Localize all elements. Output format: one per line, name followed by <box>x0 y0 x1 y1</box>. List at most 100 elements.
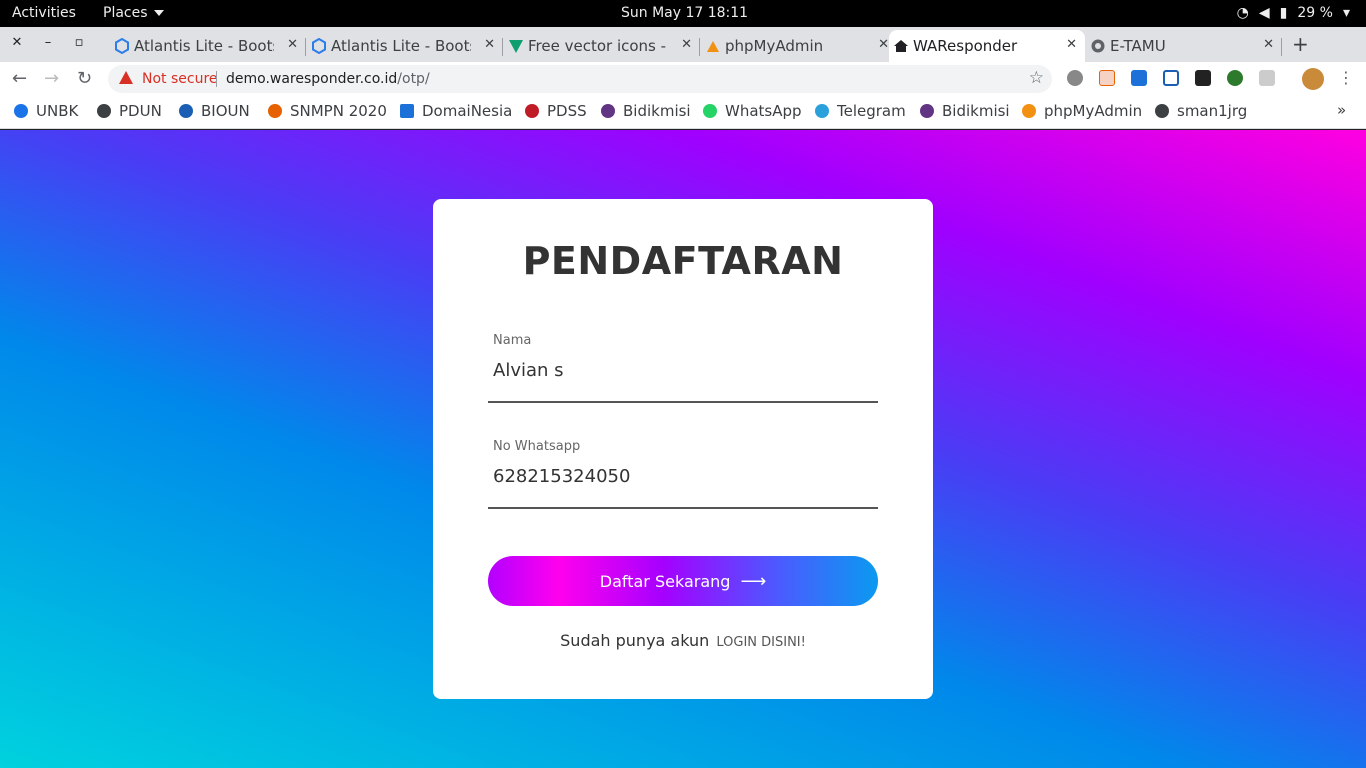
window-close-icon[interactable]: ✕ <box>9 35 25 50</box>
bookmark-item[interactable]: Telegram <box>815 102 906 120</box>
wifi-icon: ◔ <box>1236 5 1249 21</box>
tab-phpmyadmin[interactable]: phpMyAdmin ✕ <box>701 30 897 62</box>
new-tab-icon[interactable]: + <box>1292 32 1309 56</box>
name-label: Nama <box>493 333 532 348</box>
reload-icon[interactable]: ↻ <box>77 68 92 89</box>
tab-etamu[interactable]: E-TAMU ✕ <box>1086 30 1282 62</box>
menu-dots-icon[interactable]: ⋮ <box>1338 68 1354 87</box>
close-icon[interactable]: ✕ <box>1263 37 1274 52</box>
login-link[interactable]: LOGIN DISINI! <box>716 635 805 650</box>
bookmark-item[interactable]: phpMyAdmin <box>1022 102 1142 120</box>
warning-icon[interactable] <box>119 71 133 84</box>
bidikmisi-icon <box>920 104 934 118</box>
bookmark-label: UNBK <box>36 102 79 120</box>
phone-input[interactable] <box>493 461 873 491</box>
bookmark-label: sman1jrg <box>1177 102 1248 120</box>
telegram-icon <box>815 104 829 118</box>
arrow-right-icon: ⟶ <box>740 570 767 592</box>
bookmark-item[interactable]: PDSS <box>525 102 587 120</box>
tab-flaticon[interactable]: Free vector icons - SVG ✕ <box>504 30 700 62</box>
phone-label: No Whatsapp <box>493 439 581 454</box>
close-icon[interactable]: ✕ <box>878 37 889 52</box>
name-input[interactable] <box>493 355 873 385</box>
tab-title: E-TAMU <box>1110 37 1166 55</box>
tab-atlantis-1[interactable]: Atlantis Lite - Bootstrap ✕ <box>110 30 306 62</box>
bookmark-label: BIOUN <box>201 102 250 120</box>
bookmark-item[interactable]: Bidikmisi <box>920 102 1010 120</box>
bookmark-label: Bidikmisi <box>942 102 1010 120</box>
bookmark-label: Telegram <box>837 102 906 120</box>
places-menu[interactable]: Places <box>103 5 164 21</box>
phone-field: No Whatsapp <box>488 439 878 509</box>
phpmyadmin-icon <box>707 41 719 52</box>
phpmyadmin-icon <box>1022 104 1036 118</box>
tab-waresponder[interactable]: WAResponder ✕ <box>889 30 1085 62</box>
avatar[interactable] <box>1302 68 1324 90</box>
system-tray[interactable]: ◔ ◀ ▮ 29 % ▾ <box>1227 5 1350 21</box>
extension-calendar-icon[interactable] <box>1099 70 1115 86</box>
bookmark-item[interactable]: PDUN <box>97 102 162 120</box>
extension-grid-icon[interactable] <box>1163 70 1179 86</box>
close-icon[interactable]: ✕ <box>681 37 692 52</box>
tab-title: Atlantis Lite - Bootstrap <box>134 37 274 55</box>
clock[interactable]: Sun May 17 18:11 <box>621 5 748 21</box>
bookmark-item[interactable]: DomaiNesia <box>400 102 512 120</box>
volume-icon: ◀ <box>1258 5 1270 21</box>
battery-percent: 29 % <box>1297 5 1333 21</box>
home-icon <box>894 40 908 52</box>
extension-cloud-icon[interactable] <box>1131 70 1147 86</box>
bookmark-label: WhatsApp <box>725 102 802 120</box>
bookmark-item[interactable]: SNMPN 2020 <box>268 102 387 120</box>
extension-gear-icon[interactable] <box>1067 70 1083 86</box>
security-status[interactable]: Not secure <box>142 71 218 87</box>
bookmark-item[interactable]: BIOUN <box>179 102 250 120</box>
bookmark-item[interactable]: Bidikmisi <box>601 102 691 120</box>
forward-icon[interactable]: → <box>44 68 59 89</box>
tab-title: Atlantis Lite - Bootstrap <box>331 37 471 55</box>
domainesia-icon <box>400 104 414 118</box>
bookmark-star-icon[interactable]: ☆ <box>1029 68 1044 88</box>
url-text[interactable]: demo.waresponder.co.id/otp/ <box>226 71 430 87</box>
window-minimize-icon[interactable]: – <box>40 35 56 50</box>
battery-icon: ▮ <box>1279 5 1288 21</box>
register-button[interactable]: Daftar Sekarang ⟶ <box>488 556 878 606</box>
bookmark-label: SNMPN 2020 <box>290 102 387 120</box>
activities-button[interactable]: Activities <box>12 5 76 21</box>
bookmark-item[interactable]: sman1jrg <box>1155 102 1247 120</box>
bookmark-label: phpMyAdmin <box>1044 102 1143 120</box>
bioun-icon <box>179 104 193 118</box>
tab-title: phpMyAdmin <box>725 37 824 55</box>
url-path: /otp/ <box>397 71 430 87</box>
bidikmisi-icon <box>601 104 615 118</box>
bookmark-item[interactable]: WhatsApp <box>703 102 802 120</box>
window-maximize-icon[interactable]: ▫ <box>71 35 87 50</box>
extension-gnome-icon[interactable] <box>1195 70 1211 86</box>
globe-icon <box>1155 104 1169 118</box>
tab-strip: ✕ – ▫ Atlantis Lite - Bootstrap ✕ Atlant… <box>0 27 1366 62</box>
page-background: PENDAFTARAN Nama No Whatsapp Daftar Seka… <box>0 130 1366 768</box>
back-icon[interactable]: ← <box>12 68 27 89</box>
bookmark-label: Bidikmisi <box>623 102 691 120</box>
tab-atlantis-2[interactable]: Atlantis Lite - Bootstrap ✕ <box>307 30 503 62</box>
whatsapp-icon <box>703 104 717 118</box>
name-field: Nama <box>488 333 878 403</box>
pdss-icon <box>525 104 539 118</box>
extension-window-icon[interactable] <box>1259 70 1275 86</box>
extension-color-icon[interactable] <box>1227 70 1243 86</box>
tab-title: WAResponder <box>913 37 1018 55</box>
browser-toolbar: ← → ↻ Not secure demo.waresponder.co.id/… <box>0 62 1366 96</box>
close-icon[interactable]: ✕ <box>484 37 495 52</box>
register-button-label: Daftar Sekarang <box>599 571 731 591</box>
flaticon-icon <box>509 40 523 53</box>
login-prompt: Sudah punya akun <box>560 631 710 650</box>
atlantis-icon <box>312 38 326 54</box>
close-icon[interactable]: ✕ <box>287 37 298 52</box>
places-label: Places <box>103 5 148 21</box>
globe-icon <box>1091 39 1105 53</box>
divider <box>216 71 217 87</box>
caret-down-icon <box>153 10 164 16</box>
bookmark-item[interactable]: UNBK <box>14 102 78 120</box>
chevron-double-right-icon[interactable]: » <box>1337 101 1346 119</box>
close-icon[interactable]: ✕ <box>1066 37 1077 52</box>
address-bar[interactable]: Not secure demo.waresponder.co.id/otp/ ☆ <box>108 65 1052 93</box>
